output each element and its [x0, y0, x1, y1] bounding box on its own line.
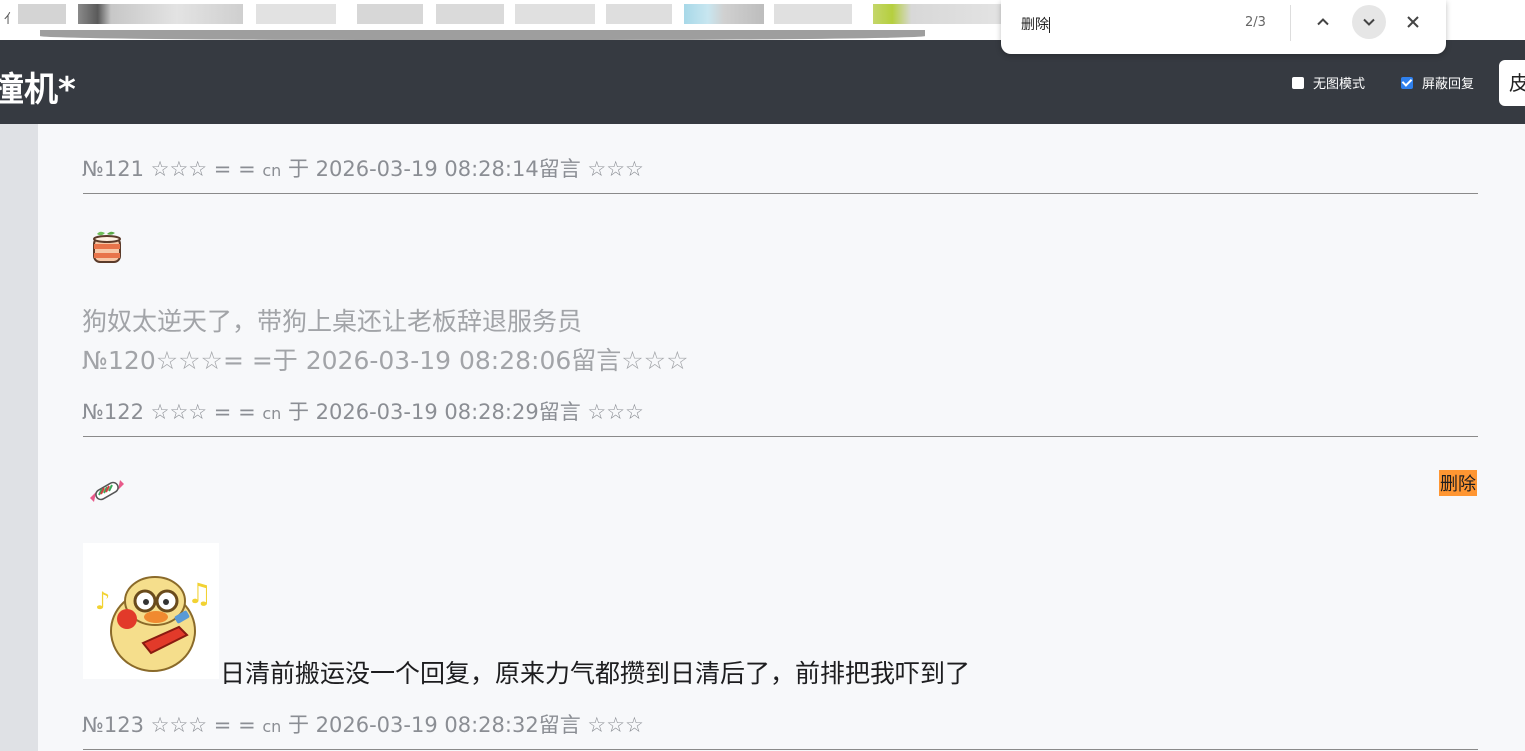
post-number: №121: [82, 157, 144, 181]
option-label-no-image: 无图模式: [1313, 77, 1366, 92]
post-meta: №123 ☆☆☆ = = cn 于 2026-03-19 08:28:32留言 …: [82, 709, 644, 739]
stars-right: ☆☆☆: [587, 400, 644, 424]
blurred-tab[interactable]: [515, 4, 595, 24]
tab-edge-glyph: 亻: [4, 12, 18, 27]
site-title: 撞机*: [0, 70, 76, 110]
post-divider: [83, 749, 1478, 750]
post-time: 于 2026-03-19 08:28:29留言: [287, 400, 581, 424]
left-sidebar-rail: [0, 124, 38, 751]
stars-left: ☆☆☆: [150, 713, 208, 737]
post-divider: [83, 436, 1478, 437]
stars-left: ☆☆☆: [150, 157, 208, 181]
post-tld: cn: [262, 404, 282, 423]
find-previous-button[interactable]: [1306, 5, 1340, 39]
blurred-tab[interactable]: [684, 4, 764, 24]
post-meta: №121 ☆☆☆ = = cn 于 2026-03-19 08:28:14留言 …: [82, 153, 644, 183]
post-number: №122: [82, 400, 144, 424]
text-caret: [1049, 17, 1050, 33]
chevron-down-icon: [1363, 18, 1375, 26]
post-tld: cn: [262, 161, 282, 180]
find-match-count: 2/3: [1245, 15, 1266, 30]
option-block-replies[interactable]: 屏蔽回复: [1401, 73, 1474, 92]
duck-guitar-icon: ♪ ♫: [95, 576, 212, 672]
post-time: 于 2026-03-19 08:28:14留言: [287, 157, 581, 181]
candy-emoji-icon: [90, 480, 124, 502]
svg-text:♪: ♪: [95, 587, 110, 615]
post-user: = =: [213, 713, 256, 737]
post-divider: [83, 193, 1478, 194]
find-input[interactable]: 删除: [1021, 14, 1050, 34]
skin-button[interactable]: 皮: [1499, 60, 1525, 106]
blurred-tab[interactable]: [774, 4, 852, 24]
post-text: 日清前搬运没一个回复，原来力气都攒到日清后了，前排把我吓到了: [220, 659, 971, 688]
post-meta: №122 ☆☆☆ = = cn 于 2026-03-19 08:28:29留言 …: [82, 396, 644, 426]
stars-right: ☆☆☆: [587, 713, 644, 737]
cake-emoji-icon: [93, 231, 121, 263]
option-label-block-replies: 屏蔽回复: [1422, 77, 1475, 92]
quoted-reply-meta: №120☆☆☆= =于 2026-03-19 08:28:06留言☆☆☆: [82, 346, 689, 375]
tab-shadow: [40, 30, 925, 40]
blurred-tab[interactable]: [18, 4, 66, 24]
stars-left: ☆☆☆: [150, 400, 208, 424]
checkbox-block-replies[interactable]: [1401, 76, 1413, 89]
quoted-reply-text: 狗奴太逆天了，带狗上桌还让老板辞退服务员: [82, 307, 583, 336]
svg-text:♫: ♫: [187, 577, 212, 610]
stars-right: ☆☆☆: [587, 157, 644, 181]
post-tld: cn: [262, 717, 282, 736]
blurred-tab[interactable]: [78, 4, 243, 24]
find-bar: 删除 2/3: [1001, 0, 1446, 54]
checkbox-no-image-mode[interactable]: [1292, 76, 1304, 89]
post-user: = =: [213, 157, 256, 181]
post-number: №123: [82, 713, 144, 737]
post-time: 于 2026-03-19 08:28:32留言: [287, 713, 581, 737]
blurred-tab[interactable]: [436, 4, 504, 24]
blurred-tab[interactable]: [873, 4, 1001, 24]
chevron-up-icon: [1317, 18, 1329, 26]
blurred-tab[interactable]: [256, 4, 336, 24]
find-close-button[interactable]: [1396, 5, 1430, 39]
option-no-image-mode[interactable]: 无图模式: [1292, 73, 1365, 92]
find-separator: [1290, 5, 1291, 41]
delete-link-highlight[interactable]: 删除: [1439, 470, 1477, 496]
find-query: 删除: [1021, 17, 1049, 33]
post-user: = =: [213, 400, 256, 424]
find-next-button[interactable]: [1352, 5, 1386, 39]
duck-sticker-image: ♪ ♫: [83, 543, 219, 679]
close-icon: [1407, 16, 1419, 28]
blurred-tab[interactable]: [606, 4, 672, 24]
blurred-tab[interactable]: [357, 4, 423, 24]
